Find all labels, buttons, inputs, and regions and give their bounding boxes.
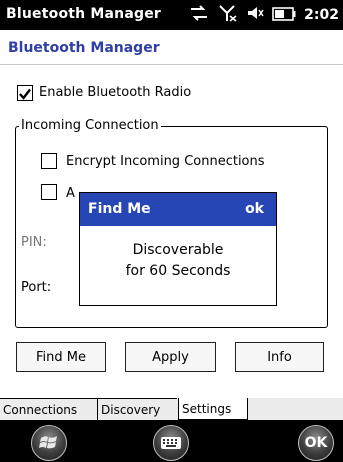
find-me-button[interactable]: Find Me <box>16 342 106 372</box>
connectivity-icon[interactable] <box>188 4 210 26</box>
dialog-header: Find Me ok <box>80 193 276 226</box>
dialog-title: Find Me <box>88 201 151 217</box>
window-title: Bluetooth Manager <box>6 6 162 22</box>
checkmark-icon <box>19 88 31 100</box>
pin-label: PIN: <box>21 235 47 250</box>
keyboard-icon <box>161 437 181 449</box>
tab-connections[interactable]: Connections <box>0 398 97 420</box>
info-button[interactable]: Info <box>235 342 324 372</box>
tab-settings[interactable]: Settings <box>178 398 248 420</box>
title-bar: Bluetooth Manager 2:02 <box>0 0 343 30</box>
auth-checkbox[interactable] <box>41 184 57 200</box>
encrypt-incoming-label[interactable]: Encrypt Incoming Connections <box>66 154 265 169</box>
keyboard-button[interactable] <box>153 425 189 461</box>
volume-muted-icon[interactable] <box>246 4 264 26</box>
page-title: Bluetooth Manager <box>8 40 160 56</box>
clock[interactable]: 2:02 <box>304 7 339 23</box>
port-label: Port: <box>21 280 52 295</box>
auth-label[interactable]: A <box>66 186 75 201</box>
app-header: Bluetooth Manager <box>0 30 343 65</box>
ok-softkey-button[interactable]: OK <box>298 425 334 461</box>
tab-discovery[interactable]: Discovery <box>97 398 177 420</box>
status-icons: 2:02 <box>188 5 339 25</box>
dialog-message-line1: Discoverable <box>132 242 224 258</box>
dialog-ok-button[interactable]: ok <box>245 201 264 217</box>
apply-button[interactable]: Apply <box>125 342 216 372</box>
start-button[interactable] <box>31 425 67 461</box>
dialog-message-line2: for 60 Seconds <box>125 263 231 279</box>
encrypt-incoming-checkbox[interactable] <box>41 153 57 169</box>
enable-bluetooth-label[interactable]: Enable Bluetooth Radio <box>39 85 191 100</box>
find-me-dialog: Find Me ok Discoverable for 60 Seconds <box>79 192 277 306</box>
signal-off-icon[interactable] <box>218 4 238 26</box>
enable-bluetooth-checkbox[interactable] <box>17 85 33 101</box>
windows-logo-icon <box>39 436 57 449</box>
dialog-message: Discoverable for 60 Seconds <box>80 226 276 282</box>
battery-icon[interactable] <box>272 6 296 25</box>
incoming-connection-legend: Incoming Connection <box>19 118 161 133</box>
